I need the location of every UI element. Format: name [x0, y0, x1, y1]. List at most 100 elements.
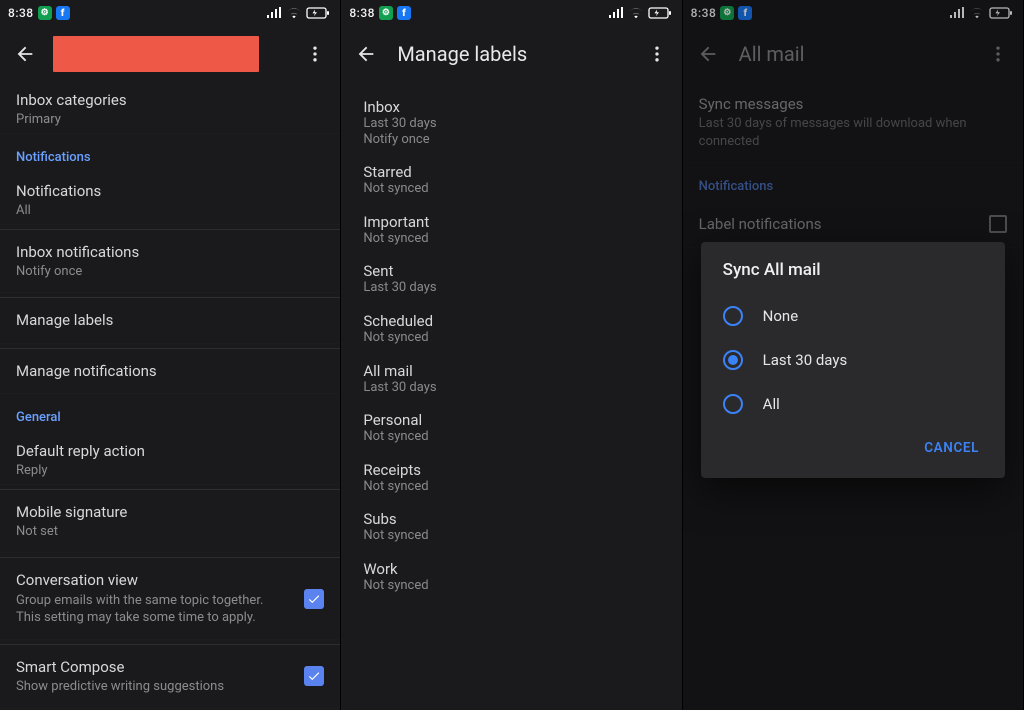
- radio-option[interactable]: Last 30 days: [723, 338, 983, 382]
- label-item[interactable]: All mailLast 30 days: [341, 354, 681, 404]
- radio-label: None: [763, 307, 799, 325]
- label-name: Receipts: [363, 461, 659, 479]
- item-title: Inbox notifications: [16, 242, 324, 262]
- item-sub: Not set: [16, 523, 324, 541]
- label-sync-status: Not synced: [363, 578, 659, 594]
- smart-compose-item[interactable]: Smart Compose Show predictive writing su…: [0, 645, 340, 709]
- status-bar: 8:38 ⚙ f: [341, 0, 681, 26]
- back-button[interactable]: [8, 37, 42, 71]
- overflow-menu-button[interactable]: [640, 37, 674, 71]
- inbox-notifications-item[interactable]: Inbox notifications Notify once: [0, 230, 340, 294]
- radio-label: Last 30 days: [763, 351, 848, 369]
- item-title: Inbox categories: [16, 90, 324, 110]
- label-notifications-item[interactable]: Label notifications: [683, 202, 1023, 247]
- item-sub: All: [16, 202, 324, 220]
- screen-account-settings: 8:38 ⚙ f Inbox categories Primary Notifi…: [0, 0, 341, 710]
- status-bar: 8:38 ⚙ f: [683, 0, 1023, 26]
- radio-option[interactable]: All: [723, 382, 983, 426]
- status-time: 8:38: [8, 6, 34, 20]
- manage-labels-item[interactable]: Manage labels: [0, 298, 340, 343]
- label-item[interactable]: WorkNot synced: [341, 552, 681, 602]
- radio-option[interactable]: None: [723, 294, 983, 338]
- label-sync-status: Not synced: [363, 429, 659, 445]
- label-name: Personal: [363, 411, 659, 429]
- manage-notifications-item[interactable]: Manage notifications: [0, 349, 340, 394]
- notif-app-icon: ⚙: [38, 6, 52, 20]
- label-item[interactable]: PersonalNot synced: [341, 403, 681, 453]
- item-title: Notifications: [16, 181, 324, 201]
- sync-messages-item[interactable]: Sync messages Last 30 days of messages w…: [683, 82, 1023, 163]
- status-bar: 8:38 ⚙ f: [0, 0, 340, 26]
- label-list[interactable]: InboxLast 30 daysNotify onceStarredNot s…: [341, 82, 681, 710]
- item-sub: Show predictive writing suggestions: [16, 678, 286, 696]
- item-title: Manage labels: [16, 310, 324, 330]
- status-time: 8:38: [691, 6, 717, 20]
- signal-icon: [608, 7, 624, 19]
- battery-icon: [989, 7, 1013, 19]
- label-sync-status: Last 30 days: [363, 280, 659, 296]
- default-reply-item[interactable]: Default reply action Reply: [0, 433, 340, 485]
- label-name: Scheduled: [363, 312, 659, 330]
- item-title: Label notifications: [699, 214, 969, 234]
- overflow-menu-button[interactable]: [981, 37, 1015, 71]
- mobile-signature-item[interactable]: Mobile signature Not set: [0, 490, 340, 554]
- checkbox-unchecked-icon[interactable]: [989, 215, 1007, 233]
- cancel-button[interactable]: CANCEL: [920, 432, 983, 464]
- label-sync-status: Not synced: [363, 528, 659, 544]
- battery-icon: [306, 7, 330, 19]
- back-button[interactable]: [691, 37, 725, 71]
- label-name: Important: [363, 213, 659, 231]
- wifi-icon: [286, 7, 302, 19]
- item-sub: Last 30 days of messages will download w…: [699, 115, 1007, 150]
- label-item[interactable]: SubsNot synced: [341, 502, 681, 552]
- notifications-item[interactable]: Notifications All: [0, 173, 340, 225]
- section-general: General: [0, 394, 340, 433]
- page-title: All mail: [739, 42, 967, 66]
- label-name: Starred: [363, 163, 659, 181]
- wifi-icon: [969, 7, 985, 19]
- page-title: Manage labels: [397, 42, 625, 66]
- notif-app-icon: ⚙: [379, 6, 393, 20]
- label-item[interactable]: ReceiptsNot synced: [341, 453, 681, 503]
- label-item[interactable]: StarredNot synced: [341, 155, 681, 205]
- label-sync-status: Not synced: [363, 181, 659, 197]
- label-sync-status: Not synced: [363, 330, 659, 346]
- signal-icon: [266, 7, 282, 19]
- inbox-categories-item[interactable]: Inbox categories Primary: [0, 82, 340, 134]
- label-sync-status: Last 30 days: [363, 380, 659, 396]
- notif-facebook-icon: f: [397, 6, 411, 20]
- app-bar: [0, 26, 340, 82]
- radio-unselected-icon: [723, 394, 743, 414]
- dialog-title: Sync All mail: [723, 260, 983, 280]
- notif-facebook-icon: f: [738, 6, 752, 20]
- label-name: Inbox: [363, 98, 659, 116]
- conversation-view-item[interactable]: Conversation view Group emails with the …: [0, 558, 340, 639]
- label-item[interactable]: InboxLast 30 daysNotify once: [341, 90, 681, 155]
- notif-facebook-icon: f: [56, 6, 70, 20]
- checkbox-checked-icon[interactable]: [304, 589, 324, 609]
- notif-app-icon: ⚙: [720, 6, 734, 20]
- label-item[interactable]: ScheduledNot synced: [341, 304, 681, 354]
- item-sub: Group emails with the same topic togethe…: [16, 592, 286, 627]
- item-title: Manage notifications: [16, 361, 324, 381]
- settings-list[interactable]: Inbox categories Primary Notifications N…: [0, 82, 340, 710]
- checkbox-checked-icon[interactable]: [304, 666, 324, 686]
- item-title: Default reply action: [16, 441, 324, 461]
- item-sub: Reply: [16, 462, 324, 480]
- back-button[interactable]: [349, 37, 383, 71]
- battery-icon: [648, 7, 672, 19]
- label-sync-status: Not synced: [363, 479, 659, 495]
- app-bar: Manage labels: [341, 26, 681, 82]
- label-item[interactable]: ImportantNot synced: [341, 205, 681, 255]
- overflow-menu-button[interactable]: [298, 37, 332, 71]
- label-item[interactable]: SentLast 30 days: [341, 254, 681, 304]
- label-sync-status: Not synced: [363, 231, 659, 247]
- screen-manage-labels: 8:38 ⚙ f Manage labels InboxLast 30 days…: [341, 0, 682, 710]
- label-name: Subs: [363, 510, 659, 528]
- radio-label: All: [763, 395, 780, 413]
- wifi-icon: [628, 7, 644, 19]
- screen-all-mail: 8:38 ⚙ f All mail Sync messages Last 30 …: [683, 0, 1024, 710]
- label-name: Work: [363, 560, 659, 578]
- item-title: Sync messages: [699, 94, 1007, 114]
- label-notify-status: Notify once: [363, 132, 659, 148]
